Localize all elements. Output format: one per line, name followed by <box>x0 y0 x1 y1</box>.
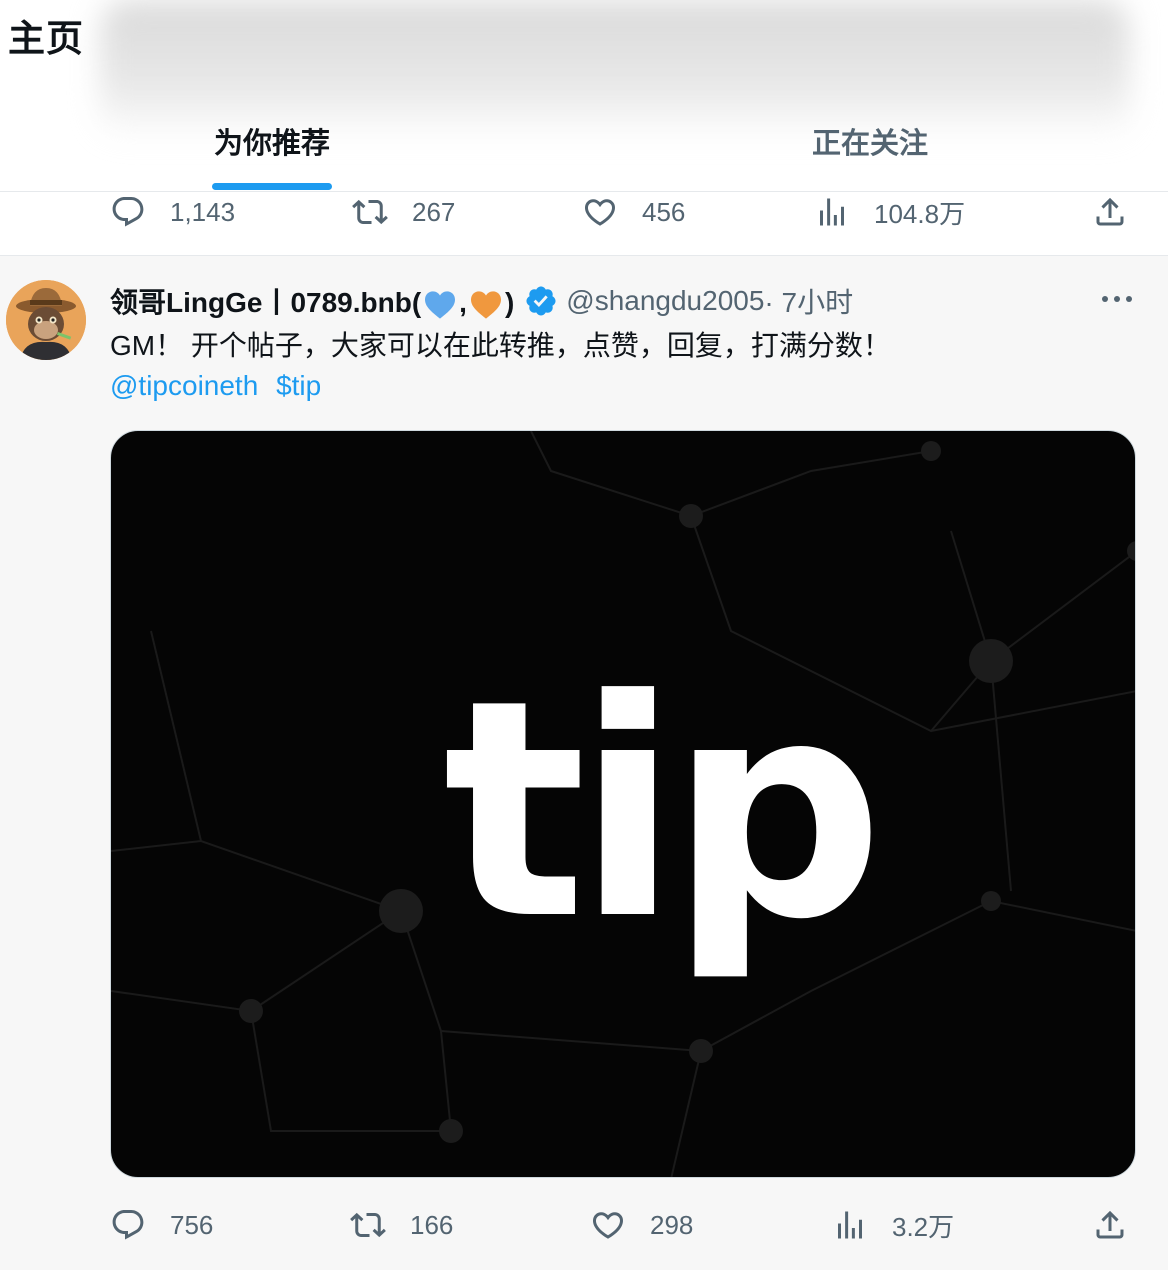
prev-share-button[interactable] <box>1092 187 1128 237</box>
tweet-media-image[interactable]: tip <box>110 430 1136 1178</box>
reply-icon <box>112 197 144 227</box>
page-title: 主页 <box>8 18 84 59</box>
prev-like-button[interactable]: 456 <box>582 187 685 237</box>
prev-reply-count: 1,143 <box>170 196 236 227</box>
retweet-count: 166 <box>410 1209 454 1240</box>
tweet-header: 领哥LingGe丨0789.bnb(,) @shangdu2005 · 7小时 <box>110 281 853 321</box>
tweet-action-bar: 756 166 298 3.2万 <box>0 1200 1168 1250</box>
orange-heart-icon <box>470 290 501 319</box>
author-handle[interactable]: @shangdu2005 <box>566 285 764 317</box>
prev-retweet-count: 267 <box>412 196 456 227</box>
reply-icon <box>112 1210 144 1240</box>
more-icon[interactable] <box>1100 292 1134 306</box>
timeline-header: 主页 为你推荐 正在关注 <box>0 0 1168 192</box>
author-name-close: ) <box>504 287 515 318</box>
retweet-icon <box>352 199 388 225</box>
mention-link[interactable]: @tipcoineth <box>110 370 258 401</box>
views-count: 3.2万 <box>892 1211 955 1242</box>
tab-following[interactable]: 正在关注 <box>790 115 950 190</box>
like-icon <box>584 199 616 226</box>
retweet-button[interactable]: 166 <box>350 1200 453 1250</box>
tweet-text-line: GM！ 开个帖子，大家可以在此转推，点赞，回复，打满分数！ <box>110 330 891 361</box>
retweet-icon <box>350 1212 386 1238</box>
reply-button[interactable]: 756 <box>110 1200 213 1250</box>
tip-logo-text: tip <box>443 636 884 985</box>
tab-following-label: 正在关注 <box>811 128 928 160</box>
tab-for-you[interactable]: 为你推荐 <box>200 115 344 190</box>
blue-heart-icon <box>425 290 456 319</box>
prev-views-button[interactable]: 104.8万 <box>814 187 965 237</box>
ape-avatar-icon <box>6 280 86 360</box>
tab-for-you-label: 为你推荐 <box>213 128 330 160</box>
share-button[interactable] <box>1092 1200 1128 1250</box>
author-name-text: 领哥LingGe丨0789.bnb( <box>110 287 422 318</box>
share-icon <box>1096 197 1124 226</box>
active-tab-indicator <box>212 183 332 190</box>
like-button[interactable]: 298 <box>590 1200 693 1250</box>
author-avatar[interactable] <box>6 280 86 360</box>
prev-retweet-button[interactable]: 267 <box>352 187 455 237</box>
like-count: 298 <box>650 1209 694 1240</box>
tweet-text: GM！ 开个帖子，大家可以在此转推，点赞，回复，打满分数！ @tipcoinet… <box>110 326 891 406</box>
author-name-separator: , <box>459 287 467 318</box>
tweet-timestamp[interactable]: · 7小时 <box>764 281 853 321</box>
prev-views-count: 104.8万 <box>874 198 966 229</box>
prev-reply-button[interactable]: 1,143 <box>110 187 235 237</box>
cashtag-link[interactable]: $tip <box>276 370 321 401</box>
views-icon <box>838 1211 862 1239</box>
author-display-name[interactable]: 领哥LingGe丨0789.bnb(,) <box>110 281 514 321</box>
views-button[interactable]: 3.2万 <box>832 1200 954 1250</box>
verified-badge-icon <box>526 286 556 316</box>
like-icon <box>592 1212 624 1239</box>
share-icon <box>1096 1210 1124 1239</box>
views-icon <box>820 198 844 226</box>
reply-count: 756 <box>170 1209 214 1240</box>
tweet[interactable]: 领哥LingGe丨0789.bnb(,) @shangdu2005 · 7小时 … <box>0 255 1168 1270</box>
prev-post-action-bar: 1,143 267 456 104.8万 <box>0 187 1168 237</box>
prev-like-count: 456 <box>642 196 686 227</box>
